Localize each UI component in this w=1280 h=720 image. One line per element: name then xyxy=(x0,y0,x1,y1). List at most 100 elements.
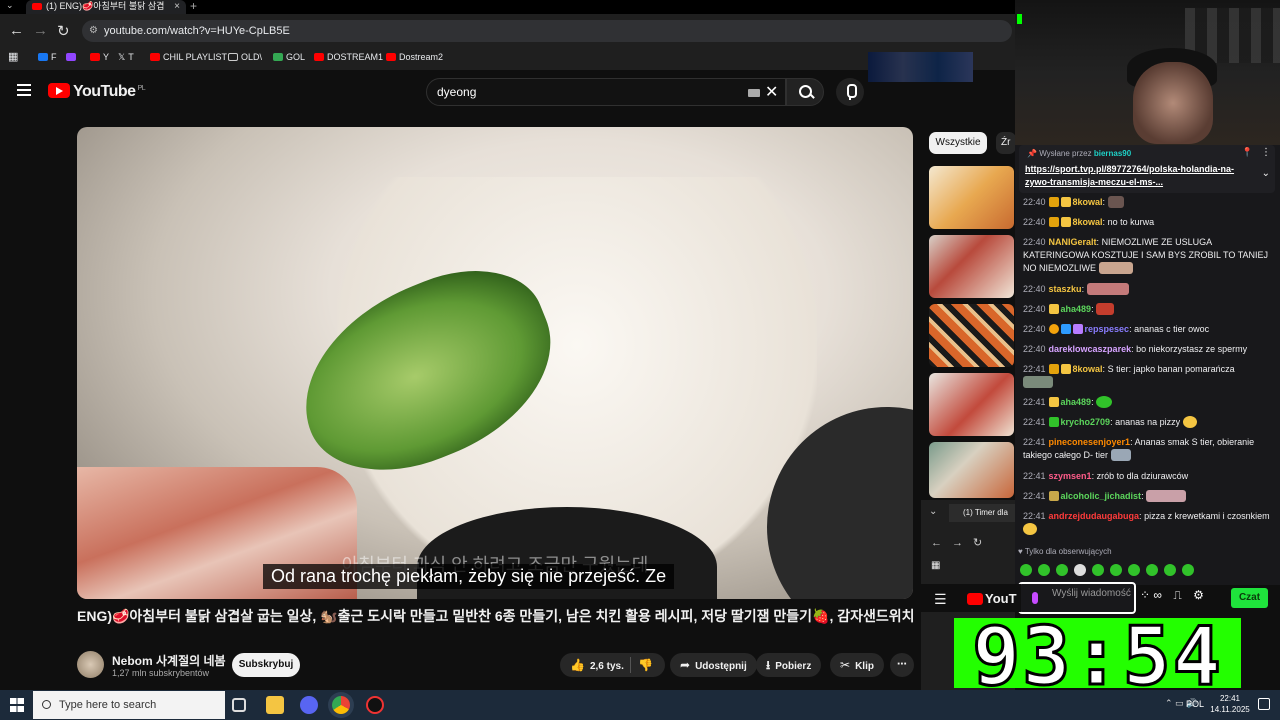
pinned-message[interactable]: 📌 Wysłane przez biernas90 📍 ⋮ https://sp… xyxy=(1019,145,1275,193)
mini-browser-tab[interactable]: (1) Timer dla xyxy=(949,504,1015,522)
subscriber-count: 1,27 mln subskrybentów xyxy=(112,668,210,678)
emote-quickbar[interactable] xyxy=(1020,563,1210,577)
infinity-icon[interactable]: ∞ xyxy=(1153,588,1162,602)
pinned-link[interactable]: https://sport.tvp.pl/89772764/polska-hol… xyxy=(1025,163,1247,189)
chat-message: 22:41 krycho2709: ananas na pizzy xyxy=(1023,416,1273,429)
bookmark-chil-playlist[interactable]: CHIL PLAYLIST xyxy=(150,52,227,62)
more-actions-button[interactable]: ⋯ xyxy=(890,653,914,677)
recommended-video-thumbnail[interactable] xyxy=(929,166,1014,229)
windows-start-icon[interactable] xyxy=(10,698,24,712)
close-tab-icon[interactable]: × xyxy=(174,0,180,13)
bookmark-twitch[interactable] xyxy=(66,52,79,62)
bits-icon[interactable]: ⁘ xyxy=(1140,588,1150,602)
menu-icon[interactable]: ☰ xyxy=(934,591,947,608)
recommended-video-thumbnail[interactable] xyxy=(929,373,1014,436)
chat-message: 22:41 aha489: xyxy=(1023,396,1273,409)
bookmark-facebook[interactable]: F xyxy=(38,52,57,62)
pinned-by: 📌 Wysłane przez biernas90 xyxy=(1027,149,1132,158)
apps-grid-icon[interactable]: ▦ xyxy=(931,560,940,571)
youtube-logo[interactable]: YouTube PL xyxy=(48,83,146,101)
file-explorer-icon[interactable] xyxy=(266,696,284,714)
video-title: ENG)🥩아침부터 불닭 삼겹살 굽는 일상, 🐿️출근 도시락 만들고 밑반찬… xyxy=(77,608,915,624)
dislike-button[interactable]: 👎 xyxy=(638,653,658,679)
system-clock[interactable]: 22:41 14.11.2025 xyxy=(1205,693,1255,715)
browser-tab-active[interactable]: (1) ENG)🥩아침부터 불닭 삼겹 × xyxy=(26,0,186,14)
chip-all[interactable]: Wszystkie xyxy=(929,132,987,154)
emote xyxy=(1110,449,1131,461)
forward-icon[interactable]: → xyxy=(33,22,48,39)
tab-search-icon[interactable]: ⌄ xyxy=(6,0,14,11)
chat-message-input[interactable]: Wyślij wiadomość xyxy=(1018,582,1136,614)
channel-avatar[interactable] xyxy=(77,651,104,678)
menu-icon[interactable] xyxy=(17,84,31,96)
overlay-thumbnails xyxy=(868,52,973,82)
chat-message: 22:41 szymsen1: zrób to dla dziurawców xyxy=(1023,471,1189,481)
settings-icon[interactable]: ⚙ xyxy=(1193,588,1204,602)
discord-icon[interactable] xyxy=(300,696,318,714)
bookmark-x[interactable]: 𝕏T xyxy=(118,52,134,63)
clip-button[interactable]: ✂ Klip xyxy=(830,653,884,677)
address-bar-row: ← → ↻ ⚙ youtube.com/watch?v=HUYe-CpLB5E xyxy=(0,14,1015,48)
like-button[interactable]: 👍 2,6 tys. xyxy=(570,658,624,672)
search-button[interactable] xyxy=(786,78,824,106)
taskbar-search-input[interactable]: Type here to search xyxy=(33,691,225,719)
bookmark-folder-old[interactable]: OLD\ xyxy=(228,52,262,62)
apps-grid-icon[interactable]: ▦ xyxy=(8,50,18,63)
voice-search-button[interactable] xyxy=(836,78,864,106)
chat-message: 22:41 8kowal: S tier: japko banan pomarań… xyxy=(1023,363,1273,389)
keyboard-icon[interactable] xyxy=(748,89,760,97)
search-input[interactable]: dyeong xyxy=(426,78,786,106)
gift-icon[interactable]: ⎍ xyxy=(1173,588,1181,602)
webcam-overlay xyxy=(1015,0,1280,148)
chevron-down-icon[interactable]: ⌄ xyxy=(1262,167,1270,180)
chrome-icon[interactable] xyxy=(332,696,350,714)
notifications-icon[interactable] xyxy=(1258,698,1270,710)
bookmarks-bar: ▦ F Y 𝕏T CHIL PLAYLIST OLD\ GOL DOSTREAM… xyxy=(0,48,1015,70)
chat-message: 22:41 andrzejdudaugabuga: pizza z krewetk… xyxy=(1023,510,1273,536)
mini-browser-nav[interactable]: ←→↻ xyxy=(931,536,992,549)
bookmark-dostream1[interactable]: DOSTREAM1 xyxy=(314,52,383,62)
emote xyxy=(1182,416,1197,428)
bookmark-gol[interactable]: GOL xyxy=(273,52,305,62)
bookmark-youtube[interactable]: Y xyxy=(90,52,109,62)
obs-icon[interactable] xyxy=(366,696,384,714)
clear-search-icon[interactable]: ✕ xyxy=(765,82,778,102)
tab-search-icon[interactable]: ⌄ xyxy=(929,506,937,517)
video-player[interactable]: 아침부터 과식 안 하려고 조금만 구웠는데 Od rana trochę pi… xyxy=(77,127,913,599)
bookmark-dostream2[interactable]: Dostream2 xyxy=(386,52,443,62)
pin-icon: 📌 xyxy=(1027,149,1037,158)
chat-send-button[interactable]: Czat xyxy=(1231,588,1268,608)
reload-icon[interactable]: ↻ xyxy=(57,22,70,40)
input-language[interactable]: POL xyxy=(1186,699,1204,709)
subscribe-button[interactable]: Subskrybuj xyxy=(232,653,300,677)
channel-name[interactable]: Nebom 사계절의 네봄 xyxy=(112,652,226,669)
recommended-video-thumbnail[interactable] xyxy=(929,442,1014,498)
youtube-logo[interactable]: YouT xyxy=(967,591,1017,606)
download-icon: ⭳ xyxy=(766,658,771,672)
chat-message: 22:41 pineconesenjoyer1: Ananas smak S ti… xyxy=(1023,437,1255,461)
chat-mode-notice: ♥ Tylko dla obserwujących xyxy=(1018,547,1112,556)
emote xyxy=(1023,376,1053,388)
recommended-video-thumbnail[interactable] xyxy=(929,304,1014,367)
task-view-icon[interactable] xyxy=(232,698,246,712)
emote xyxy=(1096,303,1115,315)
url-text: youtube.com/watch?v=HUYe-CpLB5E xyxy=(104,25,290,37)
url-field[interactable]: ⚙ youtube.com/watch?v=HUYe-CpLB5E xyxy=(82,20,1012,42)
chat-tools: ⁘ ∞ ⎍ ⚙ xyxy=(1140,588,1204,603)
recommended-video-thumbnail[interactable] xyxy=(929,235,1014,298)
back-icon[interactable]: ← xyxy=(9,22,24,39)
windows-taskbar: Type here to search ⌃ ▭ 🔊 POL 22:41 14.1… xyxy=(0,690,1280,720)
emote xyxy=(1146,490,1187,502)
new-tab-button[interactable]: + xyxy=(190,0,197,13)
emote xyxy=(1096,396,1113,408)
site-info-icon[interactable]: ⚙ xyxy=(89,20,98,42)
download-button[interactable]: ⭳ Pobierz xyxy=(756,653,822,677)
share-icon: ➦ xyxy=(680,658,691,672)
more-options-icon[interactable]: ⋮ xyxy=(1261,146,1271,159)
unpin-icon[interactable]: 📍 xyxy=(1242,146,1253,159)
mic-icon[interactable] xyxy=(1032,592,1038,604)
chip-source[interactable]: Źr xyxy=(996,132,1016,154)
share-button[interactable]: ➦ Udostępnij xyxy=(670,653,757,677)
chat-message: 22:40 8kowal: no to kurwa xyxy=(1023,217,1155,227)
timer-value: 93:54 xyxy=(971,618,1223,688)
